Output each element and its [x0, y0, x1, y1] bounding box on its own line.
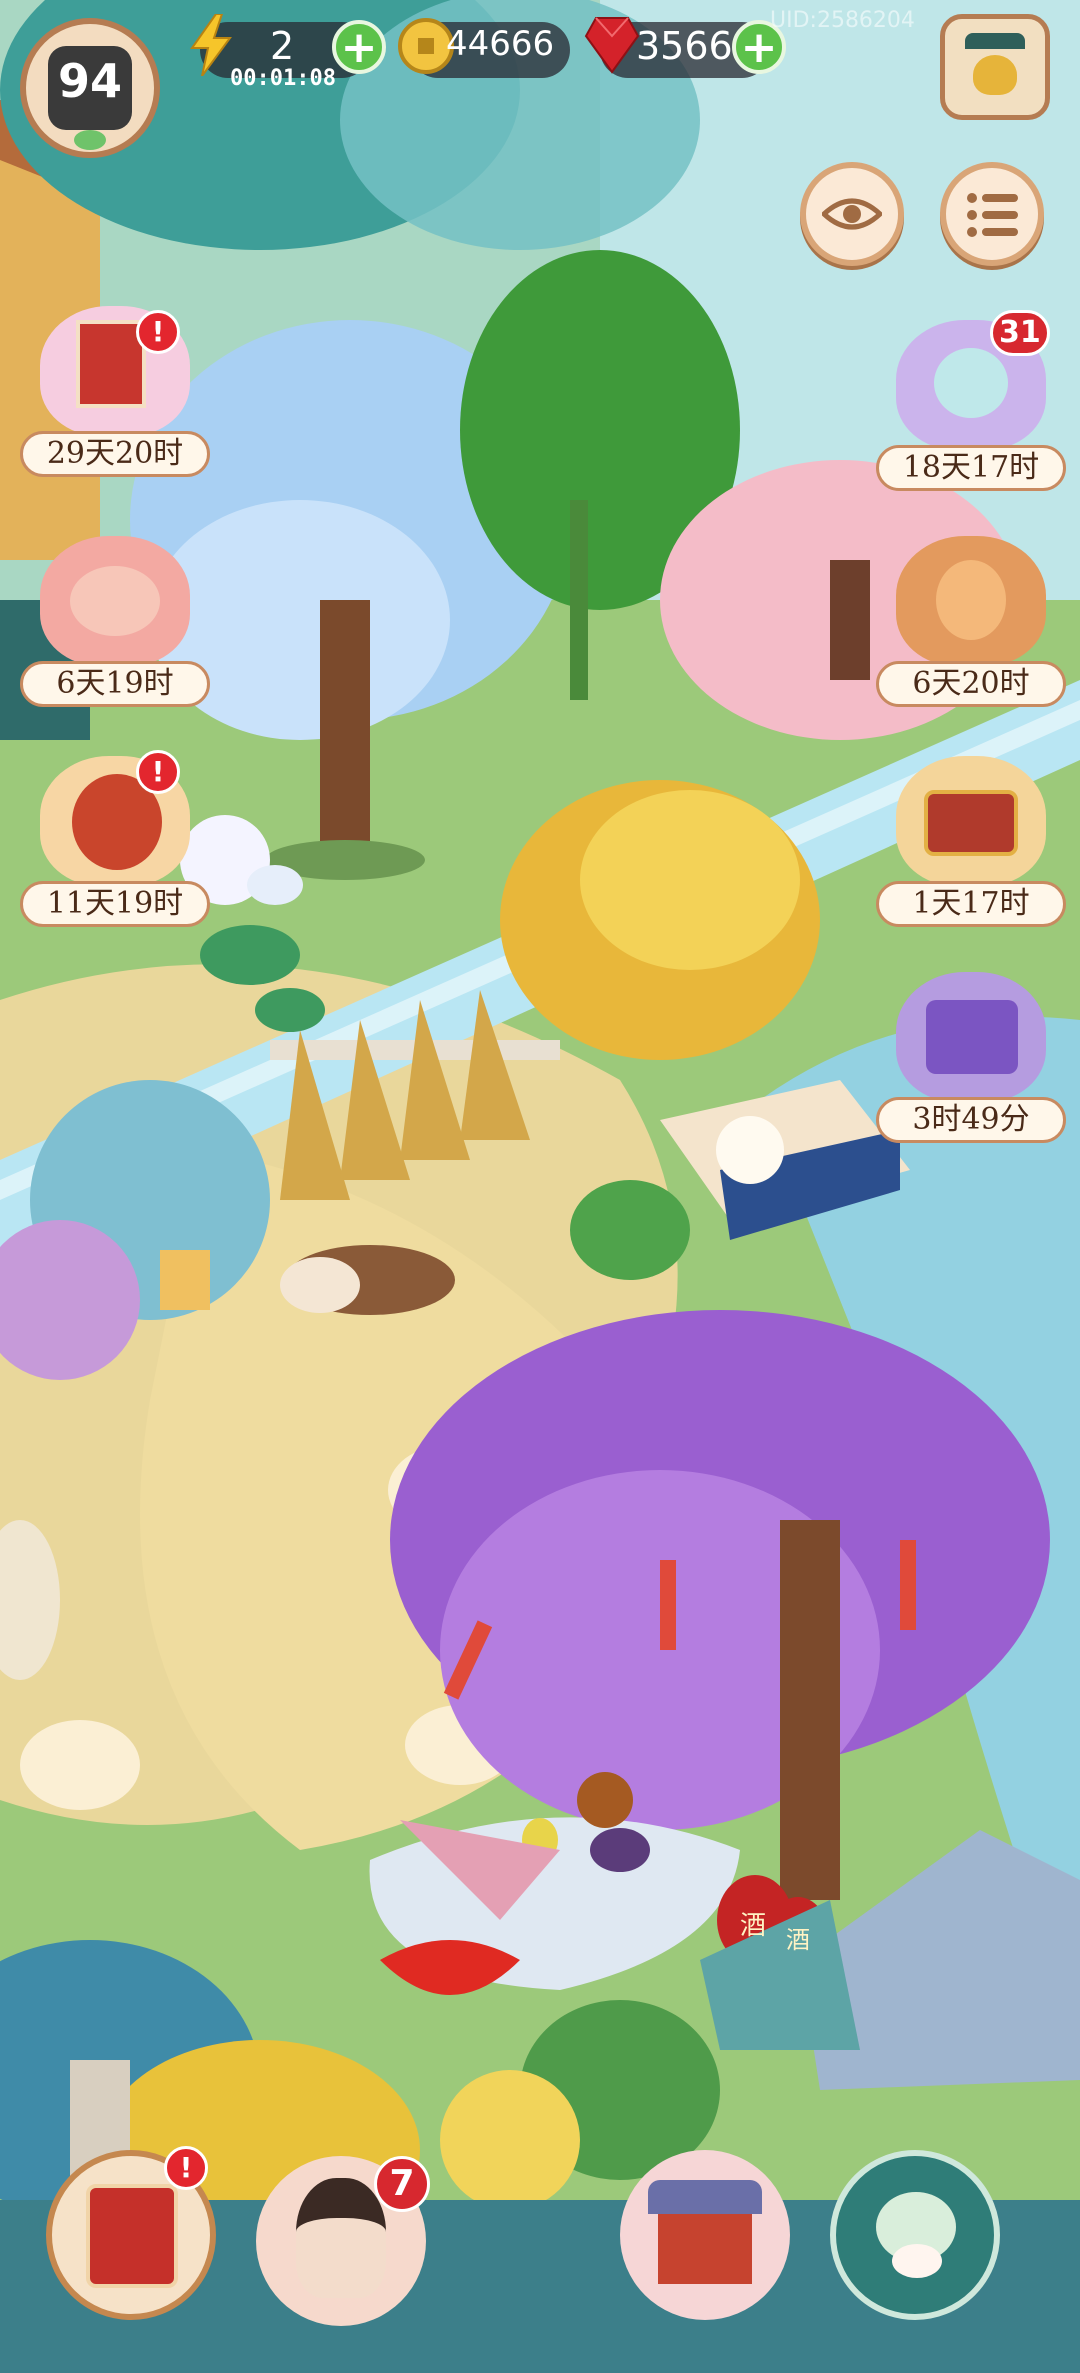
treasure-chest-event-icon: [896, 756, 1046, 886]
piglet-event-icon: [40, 536, 190, 666]
wine-jar-label-2: 酒: [786, 1926, 810, 1954]
event-timer: 6天20时: [876, 661, 1066, 707]
event-left-3[interactable]: 11天19时: [20, 756, 210, 936]
event-left-1-alert-badge: !: [136, 310, 180, 354]
red-book-icon: [86, 2184, 178, 2288]
event-timer: 18天17时: [876, 445, 1066, 491]
level-leaf-icon: [74, 130, 106, 150]
energy-timer: 00:01:08: [230, 66, 336, 91]
wine-jar-label-1: 酒: [740, 1911, 767, 1941]
event-right-1-count-badge: 31: [990, 310, 1050, 356]
journal-alert-badge: !: [164, 2146, 208, 2190]
add-energy-button[interactable]: +: [332, 20, 386, 74]
event-timer: 1天17时: [876, 881, 1066, 927]
event-right-2[interactable]: 6天20时: [876, 536, 1066, 716]
tea-set-button[interactable]: [830, 2150, 1000, 2320]
purple-gift-box-event-icon: [896, 972, 1046, 1102]
event-timer: 11天19时: [20, 881, 210, 927]
list-menu-icon: [966, 190, 1020, 240]
event-right-4[interactable]: 3时49分: [876, 972, 1066, 1152]
list-menu-button[interactable]: [940, 162, 1044, 266]
event-left-2[interactable]: 6天19时: [20, 536, 210, 716]
view-toggle-button[interactable]: [800, 162, 904, 266]
character-portrait-icon: [296, 2178, 386, 2298]
event-timer: 6天19时: [20, 661, 210, 707]
event-right-3[interactable]: 1天17时: [876, 756, 1066, 936]
event-timer: 3时49分: [876, 1097, 1066, 1143]
coin-value: 44666: [446, 24, 555, 64]
event-left-3-alert-badge: !: [136, 750, 180, 794]
golden-pot-icon: [965, 33, 1025, 103]
gem-value: 3566: [636, 24, 733, 68]
character-count-badge: 7: [374, 2156, 430, 2212]
lucky-cat-event-icon: [896, 536, 1046, 666]
shop-button[interactable]: [940, 14, 1050, 120]
event-left-1[interactable]: 29天20时: [20, 306, 210, 486]
player-level-badge[interactable]: 94: [20, 18, 160, 158]
lightning-icon: [188, 13, 234, 77]
event-timer: 29天20时: [20, 431, 210, 477]
teapot-rabbit-icon: [866, 2186, 966, 2282]
shop-stall-button[interactable]: [620, 2150, 790, 2320]
level-number: 94: [57, 54, 122, 108]
market-stall-icon: [648, 2180, 762, 2284]
uid-text: UID:2586204: [770, 8, 915, 33]
energy-value: 2: [270, 24, 295, 68]
red-gem-icon: [584, 14, 640, 74]
eye-icon: [820, 196, 884, 232]
